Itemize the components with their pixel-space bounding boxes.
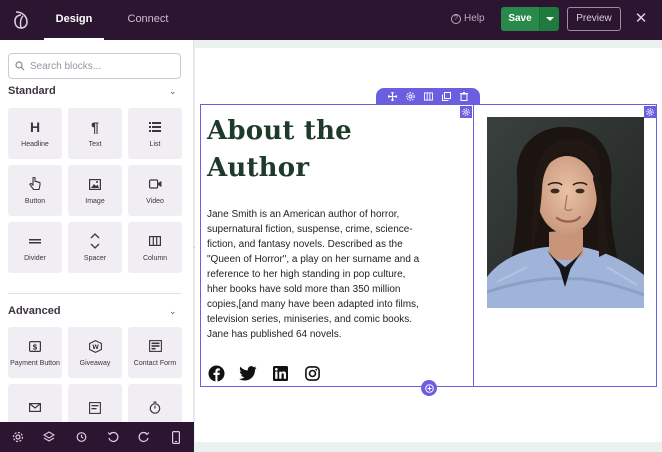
- list-icon: [149, 118, 161, 136]
- linkedin-icon[interactable]: [271, 364, 289, 382]
- paragraph-icon: ¶: [91, 119, 99, 135]
- author-bio-text[interactable]: Jane Smith is an American author of horr…: [207, 207, 425, 342]
- giveaway-icon: W: [88, 337, 102, 355]
- search-box: [8, 53, 181, 79]
- block-label: Video: [146, 198, 164, 205]
- block-label: List: [149, 141, 161, 148]
- undo-icon[interactable]: [103, 427, 123, 447]
- block-label: Divider: [24, 255, 46, 262]
- bottom-toolbar: [0, 422, 194, 452]
- block-label: Headline: [21, 141, 49, 148]
- block-image[interactable]: Image: [68, 165, 122, 216]
- chevron-down-icon[interactable]: ⌄: [169, 306, 177, 317]
- row-toolbar: [376, 88, 480, 104]
- advanced-section-title[interactable]: Advanced: [8, 305, 61, 317]
- block-countdown[interactable]: [128, 384, 182, 422]
- block-label: Payment Button: [10, 360, 60, 367]
- block-email[interactable]: [8, 384, 62, 422]
- save-button[interactable]: Save: [501, 7, 539, 31]
- block-list[interactable]: List: [128, 108, 182, 159]
- svg-text:$: $: [32, 342, 37, 351]
- close-icon[interactable]: ✕: [632, 10, 650, 28]
- columns-layout-icon[interactable]: [423, 91, 433, 101]
- form-icon: [89, 399, 101, 417]
- block-label: Spacer: [83, 255, 107, 262]
- stopwatch-icon: [149, 399, 161, 417]
- help-icon: ?: [451, 13, 461, 24]
- block-button[interactable]: Button: [8, 165, 62, 216]
- author-photo[interactable]: [487, 117, 644, 308]
- settings-icon[interactable]: [405, 91, 415, 101]
- save-button-group: Save: [501, 7, 559, 31]
- block-text[interactable]: ¶ Text: [68, 108, 122, 159]
- layers-icon[interactable]: [39, 427, 59, 447]
- social-icons: [207, 364, 321, 382]
- column-settings-icon[interactable]: [460, 106, 472, 118]
- block-contact-form[interactable]: Contact Form: [128, 327, 182, 378]
- search-input[interactable]: [30, 60, 170, 72]
- block-label: Giveaway: [79, 360, 111, 367]
- pointer-hand-icon: [29, 175, 41, 193]
- email-icon: [29, 399, 41, 417]
- payment-icon: $: [29, 337, 41, 355]
- preview-button[interactable]: Preview: [567, 7, 621, 31]
- block-label: Button: [24, 198, 46, 205]
- blocks-sidebar: Standard ⌄ H Headline ¶ Text List Button…: [0, 40, 194, 422]
- help-link[interactable]: ? Help: [451, 13, 485, 24]
- column-settings-icon[interactable]: [644, 106, 656, 118]
- facebook-icon[interactable]: [207, 364, 225, 382]
- author-heading[interactable]: About the Author: [207, 113, 407, 187]
- divider-icon: [29, 232, 41, 250]
- block-divider[interactable]: Divider: [8, 222, 62, 273]
- block-label: Contact Form: [133, 360, 177, 367]
- block-column[interactable]: Column: [128, 222, 182, 273]
- trash-icon[interactable]: [460, 91, 469, 101]
- block-video[interactable]: Video: [128, 165, 182, 216]
- block-label: Column: [142, 255, 168, 262]
- block-spacer[interactable]: Spacer: [68, 222, 122, 273]
- settings-icon[interactable]: [8, 427, 28, 447]
- duplicate-icon[interactable]: [441, 91, 451, 101]
- add-row-plus-icon[interactable]: [421, 380, 437, 396]
- contact-form-icon: [148, 337, 162, 355]
- chevron-down-icon: [545, 17, 554, 21]
- headline-icon: H: [29, 119, 41, 135]
- column-divider: [473, 104, 474, 387]
- video-icon: [148, 175, 162, 193]
- block-giveaway[interactable]: W Giveaway: [68, 327, 122, 378]
- twitter-icon[interactable]: [239, 364, 257, 382]
- block-form[interactable]: [68, 384, 122, 422]
- standard-section-title[interactable]: Standard: [8, 85, 56, 97]
- block-label: Image: [85, 198, 105, 205]
- redo-icon[interactable]: [134, 427, 154, 447]
- instagram-icon[interactable]: [303, 364, 321, 382]
- section-divider: [8, 293, 181, 294]
- chevron-down-icon[interactable]: ⌄: [169, 86, 177, 97]
- svg-text:W: W: [92, 344, 99, 351]
- block-headline[interactable]: H Headline: [8, 108, 62, 159]
- mobile-preview-icon[interactable]: [166, 427, 186, 447]
- image-icon: [89, 175, 101, 193]
- move-icon[interactable]: [387, 91, 397, 101]
- history-icon[interactable]: [71, 427, 91, 447]
- block-label: Text: [88, 141, 102, 148]
- block-payment-button[interactable]: $ Payment Button: [8, 327, 62, 378]
- tab-design[interactable]: Design: [44, 0, 104, 40]
- top-bar: Design Connect ? Help Save Preview ✕: [0, 0, 662, 40]
- search-icon: [15, 61, 25, 71]
- save-options-dropdown[interactable]: [539, 7, 559, 31]
- help-label: Help: [464, 13, 485, 24]
- tab-connect[interactable]: Connect: [112, 0, 184, 40]
- column-icon: [149, 232, 161, 250]
- spacer-icon: [90, 232, 100, 250]
- seedprod-logo-icon[interactable]: [10, 8, 32, 32]
